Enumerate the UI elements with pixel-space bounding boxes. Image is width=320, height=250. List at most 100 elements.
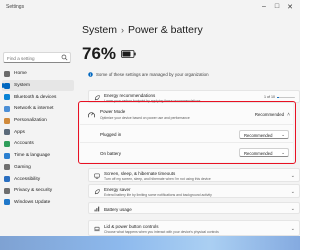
plugged-in-label: Plugged in <box>100 132 122 137</box>
energy-recommendations-subtitle: Lower your carbon footprint by applying … <box>104 98 201 103</box>
info-icon <box>88 72 93 77</box>
organization-notice-text: Some of these settings are managed by yo… <box>96 72 209 77</box>
sidebar-item-time-language[interactable]: Time & language <box>0 150 76 162</box>
energy-saver-icon <box>94 189 100 195</box>
chevron-down-icon[interactable]: ⌄ <box>291 189 295 195</box>
sidebar-item-label: Time & language <box>14 153 51 159</box>
sidebar-item-label: Network & internet <box>14 106 54 112</box>
battery-percentage: 76% <box>82 44 117 63</box>
power-mode-icon <box>88 112 95 118</box>
breadcrumb: System › Power & battery <box>82 24 203 36</box>
chevron-down-icon[interactable]: ⌄ <box>291 173 295 179</box>
sidebar-item-home[interactable]: Home <box>0 68 76 80</box>
home-icon <box>4 70 10 77</box>
lid-power-title: Lid & power button controls <box>104 223 159 229</box>
sidebar-item-windows-update[interactable]: Windows Update <box>0 197 76 209</box>
sidebar-item-label: System <box>14 83 30 89</box>
title-bar: Settings – □ ✕ <box>0 0 300 18</box>
network-icon <box>4 105 10 112</box>
recommendations-progress-fill <box>277 97 279 99</box>
settings-window: Settings – □ ✕ Home System Bluetooth & d <box>0 0 300 250</box>
screen-sleep-title: Screen, sleep, & hibernate timeouts <box>104 171 176 176</box>
battery-usage-title: Battery usage <box>104 206 132 212</box>
sidebar-item-network[interactable]: Network & internet <box>0 103 76 115</box>
maximize-button[interactable]: □ <box>271 3 283 10</box>
sidebar-item-accounts[interactable]: Accounts <box>0 138 76 150</box>
energy-recommendations-title: Energy recommendations <box>104 92 156 98</box>
minimize-button[interactable]: – <box>258 3 270 10</box>
sidebar-item-personalization[interactable]: Personalization <box>0 115 76 127</box>
recommendations-progress <box>277 97 295 99</box>
on-battery-row: On battery Recommended ⌄ <box>80 143 293 162</box>
sidebar-item-accessibility[interactable]: Accessibility <box>0 173 76 185</box>
chevron-up-icon[interactable]: ˄ <box>287 112 290 118</box>
apps-icon <box>4 129 10 136</box>
power-mode-row[interactable]: Power Mode Optimize your device based on… <box>80 103 293 125</box>
lid-power-subtitle: Choose what happens when you interact wi… <box>104 229 219 234</box>
on-battery-select[interactable]: Recommended ⌄ <box>239 148 289 157</box>
globe-icon <box>4 152 10 159</box>
energy-saver-title: Energy saver <box>104 187 131 192</box>
accounts-icon <box>4 140 10 147</box>
lid-power-icon <box>94 226 100 232</box>
gaming-icon <box>4 164 10 171</box>
sidebar-item-label: Home <box>14 71 27 77</box>
screen-sleep-icon <box>94 173 100 179</box>
chevron-down-icon[interactable]: ⌄ <box>291 206 295 212</box>
battery-usage-icon <box>94 206 100 212</box>
plugged-in-select[interactable]: Recommended ⌄ <box>239 129 289 139</box>
page-title: Power & battery <box>128 24 203 36</box>
power-mode-title: Power Mode <box>100 109 126 114</box>
sidebar-item-label: Apps <box>14 129 25 135</box>
brush-icon <box>4 117 10 124</box>
battery-icon <box>121 50 136 58</box>
search-input[interactable] <box>7 54 61 62</box>
sidebar-item-bluetooth[interactable]: Bluetooth & devices <box>0 91 76 103</box>
sidebar-item-label: Bluetooth & devices <box>14 94 57 100</box>
app-title: Settings <box>6 4 25 10</box>
breadcrumb-separator: › <box>121 25 125 35</box>
screen-sleep-card[interactable]: Screen, sleep, & hibernate timeouts Turn… <box>88 168 300 182</box>
on-battery-label: On battery <box>100 150 122 156</box>
power-mode-group: Power Mode Optimize your device based on… <box>80 103 293 162</box>
plugged-in-select-value: Recommended <box>244 132 273 138</box>
bluetooth-icon <box>4 94 10 101</box>
update-icon <box>4 199 10 206</box>
energy-saver-card[interactable]: Energy saver Extend battery life by limi… <box>88 184 300 198</box>
plugged-in-row: Plugged in Recommended ⌄ <box>80 125 293 143</box>
recommendations-count: 1 of 10 <box>264 95 275 99</box>
close-button[interactable]: ✕ <box>284 3 296 11</box>
sidebar-item-label: Accounts <box>14 141 34 147</box>
sidebar-item-label: Gaming <box>14 164 31 170</box>
sidebar: Home System Bluetooth & devices Network … <box>0 18 76 250</box>
search-box[interactable] <box>3 52 71 63</box>
sidebar-item-apps[interactable]: Apps <box>0 126 76 138</box>
accessibility-icon <box>4 176 10 183</box>
breadcrumb-parent[interactable]: System <box>82 24 117 36</box>
sidebar-item-system[interactable]: System <box>2 79 74 92</box>
system-icon <box>4 82 10 89</box>
battery-summary: 76% <box>82 44 282 64</box>
sidebar-item-label: Accessibility <box>14 176 41 182</box>
power-mode-value: Recommended <box>254 112 284 117</box>
sidebar-item-label: Windows Update <box>14 199 51 205</box>
lid-power-card[interactable]: Lid & power button controls Choose what … <box>88 220 300 236</box>
sidebar-item-privacy[interactable]: Privacy & security <box>0 185 76 197</box>
sidebar-item-label: Privacy & security <box>14 188 53 194</box>
organization-notice: Some of these settings are managed by yo… <box>88 72 209 77</box>
search-icon[interactable] <box>61 54 68 61</box>
shield-icon <box>4 187 10 194</box>
sidebar-item-gaming[interactable]: Gaming <box>0 162 76 174</box>
chevron-down-icon[interactable]: ⌄ <box>291 226 295 232</box>
battery-usage-card[interactable]: Battery usage ⌄ <box>88 202 300 214</box>
desktop-wallpaper-strip <box>0 236 300 250</box>
chevron-down-icon: ⌄ <box>281 150 285 156</box>
leaf-icon <box>94 94 100 100</box>
sidebar-item-label: Personalization <box>14 118 47 124</box>
screen-sleep-subtitle: Turn off my screen, sleep, and hibernate… <box>104 177 211 181</box>
sidebar-nav: Home System Bluetooth & devices Network … <box>0 68 76 208</box>
energy-saver-subtitle: Extend battery life by limiting some not… <box>104 193 212 197</box>
on-battery-select-value: Recommended <box>244 151 273 156</box>
power-mode-subtitle: Optimize your device based on power use … <box>100 115 190 120</box>
energy-recommendations-card[interactable]: Energy recommendations Lower your carbon… <box>88 90 300 103</box>
